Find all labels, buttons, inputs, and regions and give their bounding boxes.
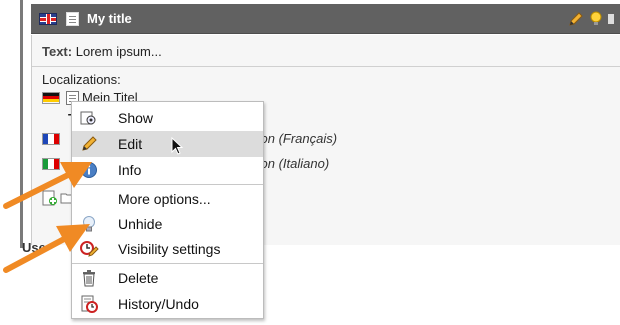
italian-localization-text: tion (Italiano) (254, 156, 330, 171)
text-label: Text: (42, 44, 73, 59)
uk-flag-icon (39, 12, 57, 25)
show-icon (78, 107, 100, 129)
menu-item-label: Edit (118, 136, 143, 152)
more-icon[interactable] (608, 11, 614, 27)
page: My title Text: Lorem ipsum... Localizati… (0, 0, 620, 325)
mouse-cursor-icon (171, 137, 184, 155)
annotation-arrow-edit (3, 162, 92, 209)
menu-item-label: Show (118, 110, 154, 126)
text-value: Lorem ipsum... (75, 44, 162, 59)
record-header: My title (31, 4, 620, 34)
divider (32, 66, 620, 67)
menu-item-label: History/Undo (118, 296, 199, 312)
menu-item-label: Info (118, 162, 142, 178)
text-field: Text: Lorem ipsum... (42, 44, 162, 59)
menu-item-show[interactable]: Show (72, 105, 263, 131)
annotation-arrow-unhide (3, 224, 90, 273)
history-icon (78, 293, 100, 315)
german-flag-icon (42, 91, 60, 104)
menu-item-label: Unhide (118, 216, 163, 232)
menu-item-label: More options... (118, 191, 211, 207)
header-actions (568, 11, 614, 27)
document-icon[interactable] (66, 11, 79, 26)
localizations-label: Localizations: (42, 72, 121, 87)
lightbulb-icon[interactable] (588, 11, 604, 27)
menu-item-label: Visibility settings (118, 241, 221, 257)
menu-item-history-undo[interactable]: History/Undo (72, 291, 263, 317)
record-title: My title (87, 11, 132, 26)
french-localization-text: tion (Français) (254, 131, 338, 146)
edit-pencil-icon[interactable] (568, 11, 584, 27)
menu-item-label: Delete (118, 270, 159, 286)
